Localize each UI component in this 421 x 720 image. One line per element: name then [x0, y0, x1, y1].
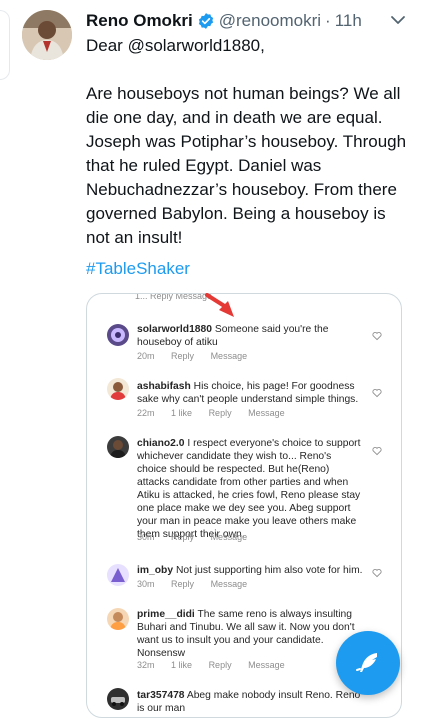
red-arrow-annotation [205, 293, 234, 317]
commenter-name: chiano2.0 [137, 438, 185, 449]
comment-text: chiano2.0 I respect everyone's choice to… [137, 437, 363, 541]
comment-text: tar357478 Abeg make nobody insult Reno. … [137, 689, 363, 715]
comment-reply: Reply [208, 408, 232, 418]
comment-message: Message [248, 660, 285, 670]
comment-actions: 32m 1 like Reply Message [137, 660, 299, 670]
tweet-paragraph: Are houseboys not human beings? We all d… [86, 84, 407, 247]
comment-body: I respect everyone's choice to support w… [137, 438, 361, 540]
comment-reply: Reply [208, 660, 232, 670]
comment-reply: Reply [171, 579, 195, 589]
compose-feather-icon [356, 653, 377, 672]
compose-tweet-button[interactable] [336, 631, 400, 695]
comment-message: Message [248, 408, 285, 418]
author-handle[interactable]: @renoomokri [219, 11, 321, 31]
heart-outline-icon [372, 332, 382, 341]
commenter-name: solarworld1880 [137, 324, 212, 335]
comment-likes: 1 like [171, 660, 193, 670]
chevron-down-icon[interactable] [390, 14, 406, 26]
comment-time: 30m [137, 579, 155, 589]
heart-outline-icon [372, 447, 382, 456]
comment-time: 32m [137, 660, 155, 670]
commenter-name: im_oby [137, 565, 174, 576]
commenter-avatar [107, 436, 129, 458]
comment-body: Not just supporting him also vote for hi… [175, 565, 363, 576]
comment-message: Message [210, 579, 248, 589]
commenter-avatar [107, 564, 129, 586]
comment-text: im_oby Not just supporting him also vote… [137, 564, 363, 577]
author-avatar[interactable] [22, 10, 72, 60]
hashtag-link[interactable]: #TableShaker [86, 259, 190, 279]
tweet-greeting: Dear @solarworld1880, [86, 36, 265, 55]
comment-time: 22m [137, 408, 155, 418]
comment-reply: Reply [171, 532, 195, 542]
verified-badge-icon [197, 12, 215, 30]
comment-message: Message [210, 351, 248, 361]
commenter-avatar [107, 608, 129, 630]
comment-message: Message [210, 532, 248, 542]
comment-actions: 20m Reply Message [137, 351, 261, 361]
comment-actions: 30m Reply Message [137, 532, 261, 542]
commenter-name: prime__didi [137, 609, 195, 620]
comment-time: 30m [137, 532, 155, 542]
tweet-header: Reno Omokri @renoomokri · 11h [86, 10, 362, 32]
comment-text: ashabifash His choice, his page! For goo… [137, 380, 363, 406]
comment-time: 20m [137, 351, 155, 361]
comment-actions: 22m 1 like Reply Message [137, 408, 299, 418]
comment-text: prime__didi The same reno is always insu… [137, 608, 363, 660]
commenter-avatar [107, 688, 129, 710]
tweet-text: Dear @solarworld1880, Are houseboys not … [86, 34, 411, 274]
author-name[interactable]: Reno Omokri [86, 11, 193, 31]
comment-likes: 1 like [171, 408, 193, 418]
tweet-time[interactable]: 11h [335, 11, 362, 31]
comment-text: solarworld1880 Someone said you're the h… [137, 323, 363, 349]
heart-outline-icon [372, 389, 382, 398]
heart-outline-icon [372, 569, 382, 578]
separator-dot: · [325, 11, 331, 30]
comment-actions: 30m Reply Message [137, 579, 261, 589]
commenter-avatar [107, 378, 129, 400]
cutoff-actions-row: 1... Reply Message [135, 293, 213, 301]
commenter-avatar [107, 324, 129, 346]
commenter-name: tar357478 [137, 690, 185, 701]
previous-panel-edge [0, 10, 10, 80]
commenter-name: ashabifash [137, 381, 191, 392]
comment-reply: Reply [171, 351, 195, 361]
